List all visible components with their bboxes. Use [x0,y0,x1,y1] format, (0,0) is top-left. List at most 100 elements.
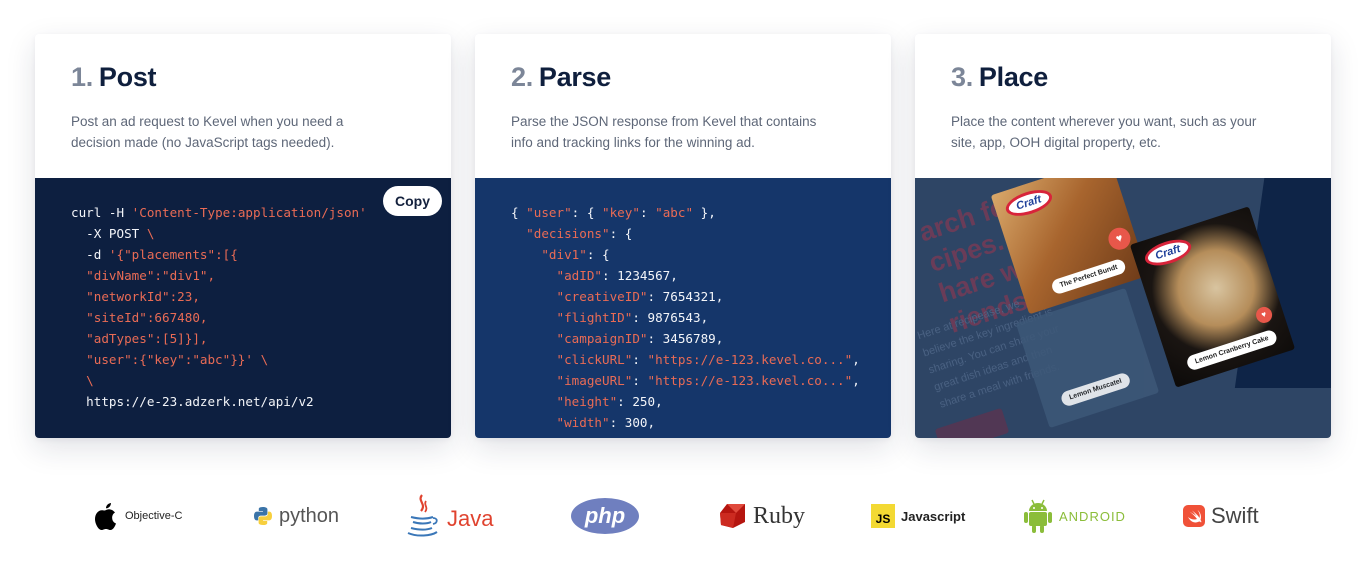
code-token: }, [693,205,716,220]
language-name: python [279,504,340,527]
code-line: "clickURL": "https://e-123.kevel.co...", [511,352,860,367]
heart-icon: ♥ [1105,224,1134,253]
step-number: 1. [71,62,93,92]
apple-icon [95,503,116,530]
code-line: https://e-23.adzerk.net/api/v2 [71,394,314,409]
language-ruby: Ruby [719,488,805,544]
php-icon: php [571,498,639,534]
language-swift: Swift [1183,488,1259,544]
code-line: "height": 250, [511,394,663,409]
craft-logo: Craft [1002,185,1055,221]
code-string: "https://e-123.kevel.co..." [647,373,853,388]
js-icon: JS [871,504,895,528]
code-token: : 300, [609,415,656,430]
ruby-icon [720,504,745,528]
code-token: : { [609,226,633,241]
code-line: "flightID": 9876543, [511,310,709,325]
food-card-label: Lemon Muscatel [1059,371,1132,408]
code-string: "flightID" [556,310,633,325]
code-line: "decisions": { [511,226,632,241]
code-line: "user":{"key":"abc"}}' \ [71,352,268,367]
code-string: "div1" [541,247,587,262]
language-name: Swift [1211,503,1259,528]
code-token: , [852,352,860,367]
language-name: Ruby [753,502,806,529]
step-title: Place [978,62,1048,92]
code-token: : { [571,205,603,220]
copy-button[interactable]: Copy [383,186,442,216]
code-string: "siteId":667480, [71,310,208,325]
code-token: -X POST [71,226,147,241]
language-java: Java [405,488,493,544]
code-token: : 1234567, [602,268,678,283]
code-string: "adTypes":[5]}], [71,331,208,346]
code-text: { "user": { "key": "abc" }, "decisions":… [511,202,860,433]
code-line: "width": 300, [511,415,656,430]
code-string: "adID" [556,268,603,283]
code-string: "campaignID" [556,331,648,346]
swift-icon [1183,505,1205,527]
code-line: "siteId":667480, [71,310,207,325]
card-header: 3. Place Place the content wherever you w… [915,34,1331,178]
code-string: \ [146,226,155,241]
code-string: 'Content-Type:application/json' [131,205,367,220]
code-token: curl -H [71,205,132,220]
code-token: : [639,205,656,220]
code-string: "abc" [655,205,694,220]
python-icon [254,507,272,525]
card-header: 1. Post Post an ad request to Kevel when … [35,34,451,178]
code-string: "clickURL" [556,352,633,367]
step-card-parse: 2. Parse Parse the JSON response from Kev… [475,34,891,438]
craft-logo: Craft [1141,234,1195,271]
code-line: "imageURL": "https://e-123.kevel.co...", [511,373,860,388]
code-token: : 7654321, [647,289,724,304]
curl-code-block: curl -H 'Content-Type:application/json' … [35,178,451,438]
code-token: : 3456789, [647,331,724,346]
card-header: 2. Parse Parse the JSON response from Kev… [475,34,891,178]
step-number: 2. [511,62,533,92]
android-icon [1024,499,1052,533]
code-string: '{"placements":[{ [108,247,238,262]
language-name: Javascript [901,508,966,524]
language-name: php [584,503,626,528]
placement-mockup-image: arch for cipes. hare with riends. Here a… [915,178,1331,438]
code-string: \ [260,352,269,367]
step-description: Parse the JSON response from Kevel that … [511,114,817,150]
code-string: "divName":"div1", [71,268,216,283]
code-token: , [852,373,860,388]
code-string: "creativeID" [556,289,648,304]
language-name: android [1059,508,1126,524]
card-title: 2. Parse [511,62,855,93]
code-text: curl -H 'Content-Type:application/json' … [71,202,415,412]
code-string: "user":{"key":"abc"}}' [71,352,261,367]
code-token: https://e-23.adzerk.net/api/v2 [71,394,314,409]
code-string: "decisions" [526,226,610,241]
language-android: android [1023,488,1126,544]
code-line: \ [71,373,94,388]
code-line: "networkId":23, [71,289,200,304]
code-string: "https://e-123.kevel.co..." [647,352,853,367]
code-token: { [511,205,527,220]
code-line: "divName":"div1", [71,268,215,283]
code-token: : [632,352,648,367]
json-response-block: { "user": { "key": "abc" }, "decisions":… [475,178,891,438]
language-name: Java [447,506,494,531]
code-string: "user" [526,205,572,220]
code-token: -d [71,247,109,262]
code-token: : 9876543, [632,310,709,325]
language-name: Objective-C [125,510,183,522]
code-line: "div1": { [511,247,609,262]
heart-icon: ♥ [1253,304,1275,326]
card-title: 1. Post [71,62,415,93]
step-title: Post [98,62,157,92]
language-objective-c: Objective-C [93,488,182,544]
supported-languages: Objective-C python Java php Ruby JS Java… [0,488,1360,544]
